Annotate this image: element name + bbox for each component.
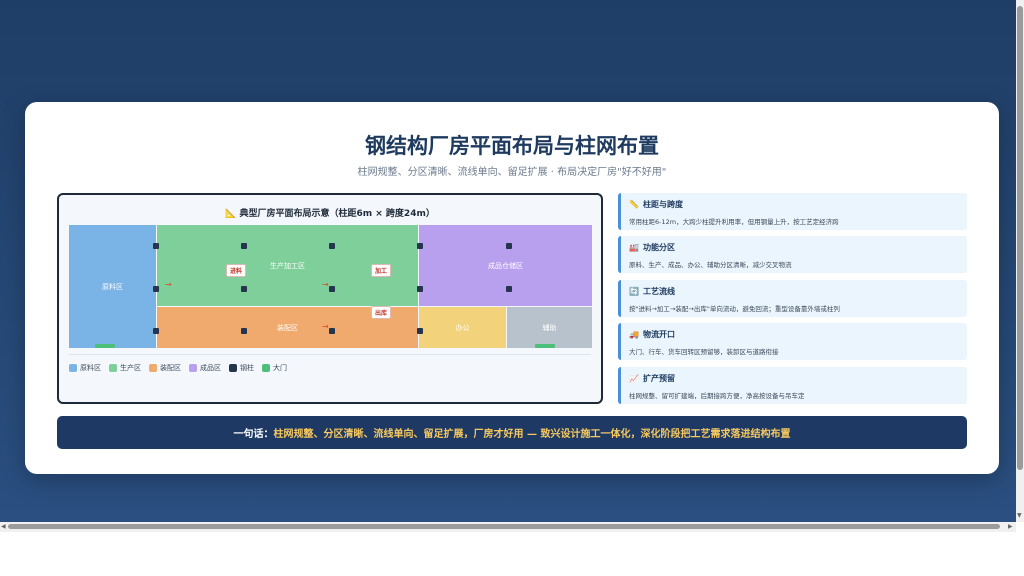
legend-swatch [109,364,117,372]
steel-column [241,286,247,292]
legend-swatch [229,364,237,372]
legend-swatch [149,364,157,372]
legend-divider [69,354,591,355]
legend-item-gate: 大门 [262,363,287,373]
steel-column [241,243,247,249]
info-card-process-flow: 🔄 工艺流线 按"进料→加工→装配→出库"单向流动，避免回流；重型设备靠外墙或柱列 [618,280,967,317]
info-card-title: 🚚 物流开口 [629,329,959,340]
legend-swatch [262,364,270,372]
zone-assembly-label: 装配区 [277,323,298,332]
zone-office-label: 办公 [455,323,470,332]
tag-outbound: 出库 [371,306,392,319]
page-viewport: 钢结构厂房平面布局与柱网布置 柱网规整、分区清晰、流线单向、留足扩展 · 布局决… [0,0,1016,522]
horizontal-scroll-thumb[interactable] [8,524,1000,529]
flow-arrow-icon: → [322,322,329,331]
gate-auxiliary [535,344,555,348]
zone-finished-label: 成品仓储区 [488,261,523,270]
diagram-legend: 原料区 生产区 装配区 成品区 钢柱 大门 [69,363,287,373]
zone-finished-storage: 成品仓储区 [419,225,592,306]
legend-label: 原料区 [80,364,101,372]
steel-column [329,286,335,292]
steel-column [153,243,159,249]
info-desc: 大门、行车、货车回转区预留够，装卸区与道路衔接 [629,348,779,356]
legend-label: 钢柱 [240,364,254,372]
legend-label: 成品区 [200,364,221,372]
page-title: 钢结构厂房平面布局与柱网布置 [365,134,659,158]
content-card: 钢结构厂房平面布局与柱网布置 柱网规整、分区清晰、流线单向、留足扩展 · 布局决… [25,102,999,474]
legend-label: 生产区 [120,364,141,372]
ruler-icon: 📏 [629,200,639,209]
zone-auxiliary-label: 辅助 [542,323,557,332]
flow-arrow-icon: → [322,280,329,289]
legend-item-raw: 原料区 [69,363,101,373]
info-card-title: 📏 柱距与跨度 [629,199,959,210]
diagram-title: 📐 典型厂房平面布局示意（柱距6m × 跨度24m） [225,209,435,219]
summary-banner: 一句话： 柱网规整、分区清晰、流线单向、留足扩展，厂房才好用 — 致兴设计施工一… [57,416,967,449]
legend-label: 大门 [273,364,287,372]
info-desc: 常用柱距6-12m，大跨少柱提升利用率，但用钢量上升，按工艺定经济跨 [629,218,839,226]
scroll-down-icon[interactable]: ▼ [1017,512,1022,520]
info-card-title: 📈 扩产预留 [629,373,959,384]
steel-column [241,328,247,334]
legend-item-column: 钢柱 [229,363,254,373]
info-title-text: 功能分区 [642,243,675,252]
info-desc: 原料、生产、成品、办公、辅助分区清晰，减少交叉物流 [629,261,792,269]
banner-lead: 一句话： [233,429,274,440]
legend-label: 装配区 [160,364,181,372]
horizontal-scrollbar[interactable]: ◀ ▶ [0,522,1016,532]
steel-column [417,286,423,292]
info-title-text: 扩产预留 [642,374,675,383]
factory-icon: 🏭 [629,243,639,252]
tag-process: 加工 [371,264,392,277]
legend-item-production: 生产区 [109,363,141,373]
info-card-logistics: 🚚 物流开口 大门、行车、货车回转区预留够，装卸区与道路衔接 [618,323,967,360]
vertical-scrollbar[interactable]: ▼ [1016,0,1024,522]
truck-icon: 🚚 [629,330,639,339]
zone-office: 办公 [419,307,506,348]
info-desc: 按"进料→加工→装配→出库"单向流动，避免回流；重型设备靠外墙或柱列 [629,305,840,313]
steel-column [329,328,335,334]
info-card-zoning: 🏭 功能分区 原料、生产、成品、办公、辅助分区清晰，减少交叉物流 [618,236,967,273]
zone-raw-material: 原料区 [69,225,156,348]
zone-raw-label: 原料区 [102,282,123,291]
steel-column [153,328,159,334]
legend-item-finished: 成品区 [189,363,221,373]
scroll-right-icon[interactable]: ▶ [1008,523,1013,531]
banner-text: 柱网规整、分区清晰、流线单向、留足扩展，厂房才好用 — 致兴设计施工一体化，深化… [273,429,791,440]
steel-column [153,286,159,292]
steel-column [506,243,512,249]
vertical-scroll-thumb[interactable] [1017,6,1023,470]
chart-up-icon: 📈 [629,374,639,383]
steel-column [417,243,423,249]
zone-production-label: 生产加工区 [270,262,305,270]
info-card-expansion: 📈 扩产预留 柱网规整、留可扩建端，后期接跨方便，净高按设备与吊车定 [618,367,967,404]
steel-column [329,243,335,249]
info-title-text: 工艺流线 [642,287,675,296]
zone-auxiliary: 辅助 [507,307,592,348]
steel-column [506,286,512,292]
flow-arrow-icon: → [165,280,172,289]
info-card-title: 🏭 功能分区 [629,242,959,253]
layout-diagram: 📐 典型厂房平面布局示意（柱距6m × 跨度24m） 原料区 生产加工区 装配区… [57,193,603,404]
info-card-title: 🔄 工艺流线 [629,286,959,297]
info-card-column-span: 📏 柱距与跨度 常用柱距6-12m，大跨少柱提升利用率，但用钢量上升，按工艺定经济… [618,193,967,230]
page-subtitle: 柱网规整、分区清晰、流线单向、留足扩展 · 布局决定厂房"好不好用" [357,167,667,178]
steel-column [417,328,423,334]
legend-item-assembly: 装配区 [149,363,181,373]
info-desc: 柱网规整、留可扩建端，后期接跨方便，净高按设备与吊车定 [629,392,805,400]
tag-feed: 进料 [226,264,247,277]
info-title-text: 柱距与跨度 [642,200,683,209]
legend-swatch [189,364,197,372]
info-title-text: 物流开口 [642,330,675,339]
gate-raw [95,344,115,348]
cycle-icon: 🔄 [629,287,639,296]
scroll-left-icon[interactable]: ◀ [1,523,6,531]
legend-swatch [69,364,77,372]
